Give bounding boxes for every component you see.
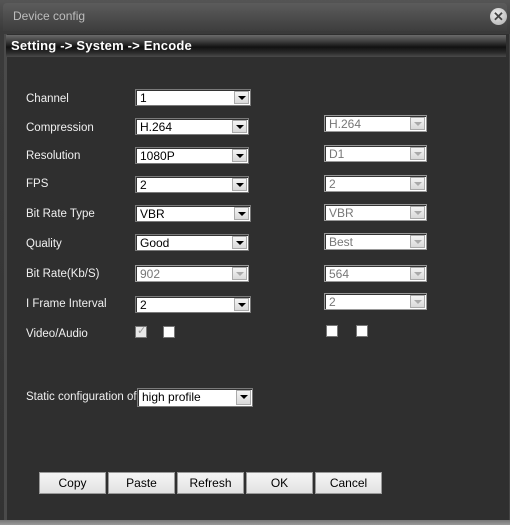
static-config-select[interactable]: high profile <box>137 388 253 407</box>
resolution-label: Resolution <box>26 150 81 162</box>
title-bar[interactable]: Device config ✕ <box>3 3 507 31</box>
fps-extra-value: 2 <box>329 177 336 191</box>
chevron-down-icon[interactable] <box>234 207 249 220</box>
refresh-button[interactable]: Refresh <box>177 472 244 494</box>
compression-extra-select: H.264 <box>324 115 427 132</box>
cancel-button[interactable]: Cancel <box>315 472 382 494</box>
bitrate-type-main-select[interactable]: VBR <box>135 205 251 222</box>
breadcrumb: Setting -> System -> Encode <box>11 38 192 53</box>
resolution-extra-value: D1 <box>329 147 345 161</box>
compression-main-select[interactable]: H.264 <box>135 118 249 135</box>
extra-audio-checkbox[interactable] <box>356 325 368 337</box>
quality-main-value: Good <box>140 236 170 250</box>
bitrate-main-select: 902 <box>135 265 249 282</box>
chevron-down-icon <box>410 267 425 280</box>
chevron-down-icon <box>410 295 425 308</box>
channel-select[interactable]: 1 <box>135 89 251 106</box>
chevron-down-icon[interactable] <box>234 298 249 311</box>
fps-main-value: 2 <box>140 178 147 192</box>
bitrate-type-label: Bit Rate Type <box>26 208 95 220</box>
quality-main-select[interactable]: Good <box>135 234 249 251</box>
iframe-main-value: 2 <box>140 298 147 312</box>
static-config-label: Static configuration of <box>26 391 137 403</box>
fps-extra-select: 2 <box>324 175 427 192</box>
ok-button[interactable]: OK <box>246 472 313 494</box>
extra-video-checkbox[interactable] <box>326 325 338 337</box>
compression-label: Compression <box>26 122 94 134</box>
close-icon[interactable]: ✕ <box>490 8 507 25</box>
resolution-main-value: 1080P <box>140 149 175 163</box>
bitrate-type-extra-select: VBR <box>324 204 427 221</box>
chevron-down-icon[interactable] <box>232 236 247 249</box>
chevron-down-icon[interactable] <box>232 178 247 191</box>
bitrate-type-main-value: VBR <box>140 207 165 221</box>
chevron-down-icon <box>410 117 425 130</box>
iframe-label: I Frame Interval <box>26 298 107 310</box>
bitrate-label: Bit Rate(Kb/S) <box>26 268 100 280</box>
iframe-main-select[interactable]: 2 <box>135 296 251 313</box>
copy-button[interactable]: Copy <box>39 472 106 494</box>
chevron-down-icon[interactable] <box>232 149 247 162</box>
chevron-down-icon <box>410 206 425 219</box>
bitrate-extra-select: 564 <box>324 265 427 282</box>
bitrate-extra-value: 564 <box>329 267 350 281</box>
channel-label: Channel <box>26 93 69 105</box>
iframe-extra-select: 2 <box>324 293 427 310</box>
breadcrumb-bar: Setting -> System -> Encode <box>6 35 506 57</box>
paste-button[interactable]: Paste <box>108 472 175 494</box>
chevron-down-icon <box>410 147 425 160</box>
bitrate-type-extra-value: VBR <box>329 206 354 220</box>
chevron-down-icon[interactable] <box>236 390 251 405</box>
bitrate-main-value: 902 <box>140 267 161 281</box>
compression-extra-value: H.264 <box>329 117 362 131</box>
quality-extra-value: Best <box>329 235 354 249</box>
chevron-down-icon[interactable] <box>234 91 249 104</box>
chevron-down-icon <box>410 235 425 248</box>
main-video-checkbox <box>135 324 147 338</box>
main-audio-checkbox[interactable] <box>163 326 175 338</box>
window-title: Device config <box>13 9 86 23</box>
channel-value: 1 <box>140 91 147 105</box>
video-audio-label: Video/Audio <box>26 328 88 340</box>
resolution-main-select[interactable]: 1080P <box>135 147 249 164</box>
quality-extra-select: Best <box>324 233 427 250</box>
fps-main-select[interactable]: 2 <box>135 176 249 193</box>
chevron-down-icon[interactable] <box>232 120 247 133</box>
chevron-down-icon <box>232 267 247 280</box>
window-bottom-edge <box>0 520 510 525</box>
chevron-down-icon <box>410 177 425 190</box>
fps-label: FPS <box>26 178 49 190</box>
compression-main-value: H.264 <box>140 120 173 134</box>
quality-label: Quality <box>26 238 62 250</box>
device-config-window: Device config ✕ Setting -> System -> Enc… <box>0 0 510 525</box>
static-config-value: high profile <box>142 390 201 404</box>
iframe-extra-value: 2 <box>329 295 336 309</box>
resolution-extra-select: D1 <box>324 145 427 162</box>
